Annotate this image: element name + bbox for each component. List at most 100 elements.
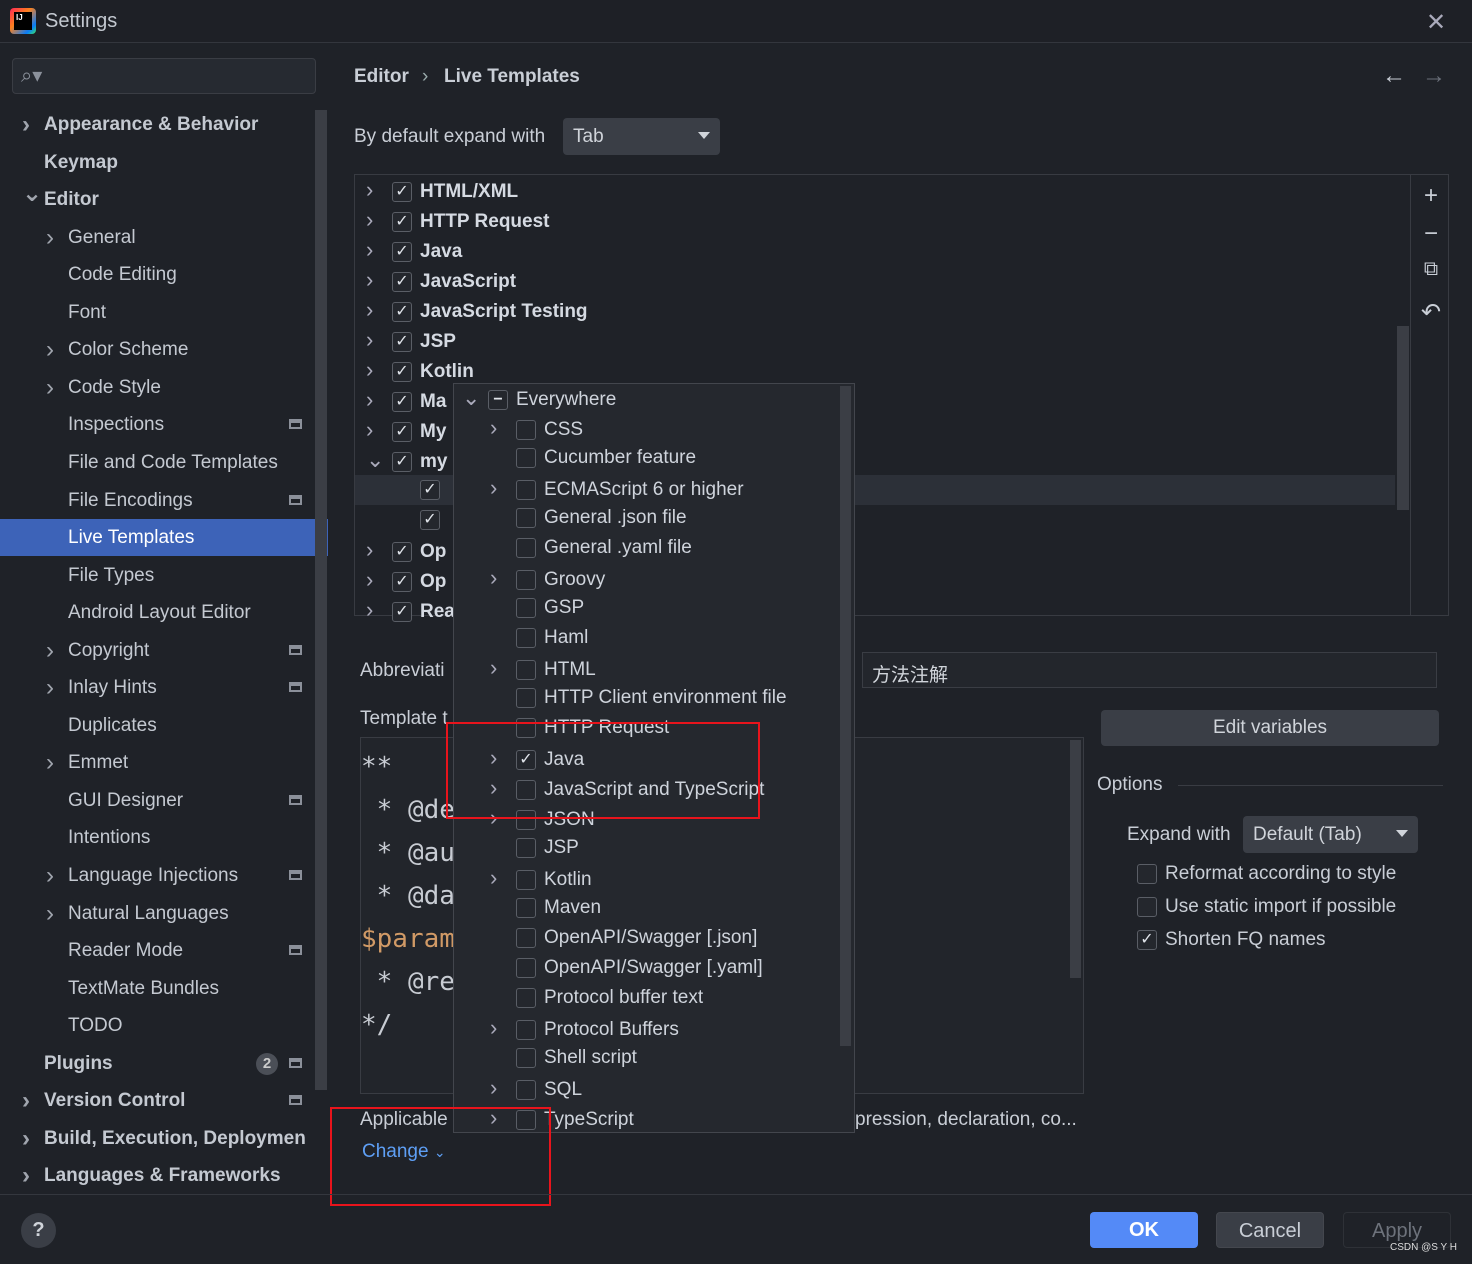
checkbox[interactable]: ✓ (392, 421, 412, 442)
sidebar-item-font[interactable]: Font (0, 294, 328, 331)
checkbox[interactable]: ✓ (392, 211, 412, 232)
add-icon[interactable]: + (1418, 182, 1444, 210)
sidebar-item-gui-designer[interactable]: GUI Designer (0, 782, 328, 819)
cancel-button[interactable]: Cancel (1216, 1212, 1324, 1248)
checkbox[interactable]: ✓ (1137, 929, 1157, 950)
chevron-right-icon[interactable]: › (490, 473, 516, 503)
chevron-right-icon[interactable]: › (366, 235, 392, 265)
restore-icon[interactable]: ↶ (1418, 298, 1444, 327)
checkbox[interactable] (516, 957, 536, 978)
chevron-right-icon[interactable]: › (22, 1120, 30, 1157)
sidebar-item-languages-frameworks[interactable]: › Languages & Frameworks (0, 1157, 328, 1194)
sidebar-item-emmet[interactable]: › Emmet (0, 744, 328, 781)
context-item[interactable]: › ECMAScript 6 or higher (490, 473, 744, 503)
chevron-right-icon[interactable]: › (366, 535, 392, 565)
context-item[interactable]: Shell script (490, 1043, 637, 1073)
chevron-right-icon[interactable]: › (46, 744, 54, 781)
sidebar-item-copyright[interactable]: › Copyright (0, 632, 328, 669)
checkbox[interactable] (516, 1079, 536, 1100)
chevron-right-icon[interactable]: › (46, 331, 54, 368)
sidebar-scrollbar[interactable] (315, 110, 327, 1090)
chevron-down-icon[interactable]: ⌄ (462, 383, 488, 413)
context-item[interactable]: JSP (490, 833, 579, 863)
copy-icon[interactable]: ⧉ (1418, 258, 1444, 281)
settings-search-input[interactable]: ⌕▾ (12, 58, 316, 94)
checkbox[interactable] (516, 537, 536, 558)
checkbox[interactable] (516, 1047, 536, 1068)
chevron-right-icon[interactable]: › (46, 669, 54, 706)
sidebar-item-todo[interactable]: TODO (0, 1007, 328, 1044)
context-item[interactable]: › SQL (490, 1073, 582, 1103)
option-checkbox[interactable]: Reformat according to style (1137, 862, 1396, 886)
chevron-right-icon[interactable]: › (22, 106, 30, 143)
checkbox[interactable] (516, 927, 536, 948)
checkbox[interactable] (516, 1019, 536, 1040)
sidebar-item-general[interactable]: › General (0, 219, 328, 256)
chevron-right-icon[interactable]: › (46, 369, 54, 406)
sidebar-item-inlay-hints[interactable]: › Inlay Hints (0, 669, 328, 706)
checkbox[interactable]: − (488, 389, 508, 410)
checkbox[interactable] (516, 837, 536, 858)
tree-item[interactable]: › ✓ Ma (366, 385, 446, 415)
checkbox[interactable] (516, 597, 536, 618)
chevron-right-icon[interactable]: › (366, 295, 392, 325)
checkbox[interactable] (1137, 863, 1157, 884)
checkbox[interactable]: ✓ (392, 241, 412, 262)
checkbox[interactable] (516, 479, 536, 500)
checkbox[interactable] (516, 687, 536, 708)
tree-item[interactable]: › ✓ Kotlin (366, 355, 474, 385)
sidebar-item-editor[interactable]: ⌄ Editor (0, 180, 328, 218)
chevron-right-icon[interactable]: › (366, 595, 392, 625)
checkbox[interactable] (516, 569, 536, 590)
tree-item[interactable]: › ✓ HTML/XML (366, 175, 518, 205)
chevron-right-icon[interactable]: › (490, 863, 516, 893)
default-expand-select[interactable]: Tab (563, 118, 720, 155)
checkbox[interactable] (516, 627, 536, 648)
option-checkbox[interactable]: Use static import if possible (1137, 895, 1396, 919)
sidebar-item-android-layout-editor[interactable]: Android Layout Editor (0, 594, 328, 631)
chevron-right-icon[interactable]: › (366, 385, 392, 415)
popup-scrollbar[interactable] (840, 386, 851, 1046)
sidebar-item-reader-mode[interactable]: Reader Mode (0, 932, 328, 969)
tree-item[interactable]: › ✓ Op (366, 565, 446, 595)
chevron-right-icon[interactable]: › (46, 219, 54, 256)
tree-item[interactable]: › ✓ HTTP Request (366, 205, 550, 235)
checkbox[interactable] (516, 447, 536, 468)
checkbox[interactable]: ✓ (392, 301, 412, 322)
description-input[interactable]: 方法注解 (862, 652, 1437, 688)
chevron-right-icon[interactable]: › (22, 1082, 30, 1119)
context-item[interactable]: ⌄ − Everywhere (462, 383, 616, 413)
chevron-right-icon[interactable]: › (46, 632, 54, 669)
tree-item[interactable]: › ✓ My (366, 415, 446, 445)
sidebar-item-keymap[interactable]: Keymap (0, 144, 328, 181)
chevron-right-icon[interactable]: › (366, 415, 392, 445)
sidebar-item-appearance-behavior[interactable]: › Appearance & Behavior (0, 106, 328, 143)
chevron-right-icon[interactable]: › (490, 563, 516, 593)
context-item[interactable]: OpenAPI/Swagger [.yaml] (490, 953, 763, 983)
tree-item[interactable]: › ✓ JavaScript (366, 265, 516, 295)
context-item[interactable]: OpenAPI/Swagger [.json] (490, 923, 757, 953)
sidebar-item-color-scheme[interactable]: › Color Scheme (0, 331, 328, 368)
tree-item[interactable]: › ✓ JSP (366, 325, 456, 355)
sidebar-item-natural-languages[interactable]: › Natural Languages (0, 895, 328, 932)
checkbox[interactable]: ✓ (420, 479, 440, 500)
tree-item[interactable]: › ✓ JavaScript Testing (366, 295, 588, 325)
remove-icon[interactable]: − (1418, 220, 1444, 248)
checkbox[interactable]: ✓ (392, 601, 412, 622)
checkbox[interactable] (516, 869, 536, 890)
context-item[interactable]: Maven (490, 893, 601, 923)
help-button[interactable]: ? (21, 1213, 56, 1248)
sidebar-item-duplicates[interactable]: Duplicates (0, 707, 328, 744)
back-arrow-icon[interactable]: ← (1382, 62, 1406, 90)
context-item[interactable]: General .yaml file (490, 533, 692, 563)
checkbox[interactable]: ✓ (392, 271, 412, 292)
tree-item[interactable]: ✓ (420, 475, 448, 505)
context-item[interactable]: › Protocol Buffers (490, 1013, 679, 1043)
chevron-right-icon[interactable]: › (46, 857, 54, 894)
forward-arrow-icon[interactable]: → (1422, 62, 1446, 90)
sidebar-item-code-style[interactable]: › Code Style (0, 369, 328, 406)
sidebar-item-plugins[interactable]: Plugins 2 (0, 1045, 328, 1082)
sidebar-item-textmate-bundles[interactable]: TextMate Bundles (0, 970, 328, 1007)
checkbox[interactable] (1137, 896, 1157, 917)
context-item[interactable]: Haml (490, 623, 588, 653)
